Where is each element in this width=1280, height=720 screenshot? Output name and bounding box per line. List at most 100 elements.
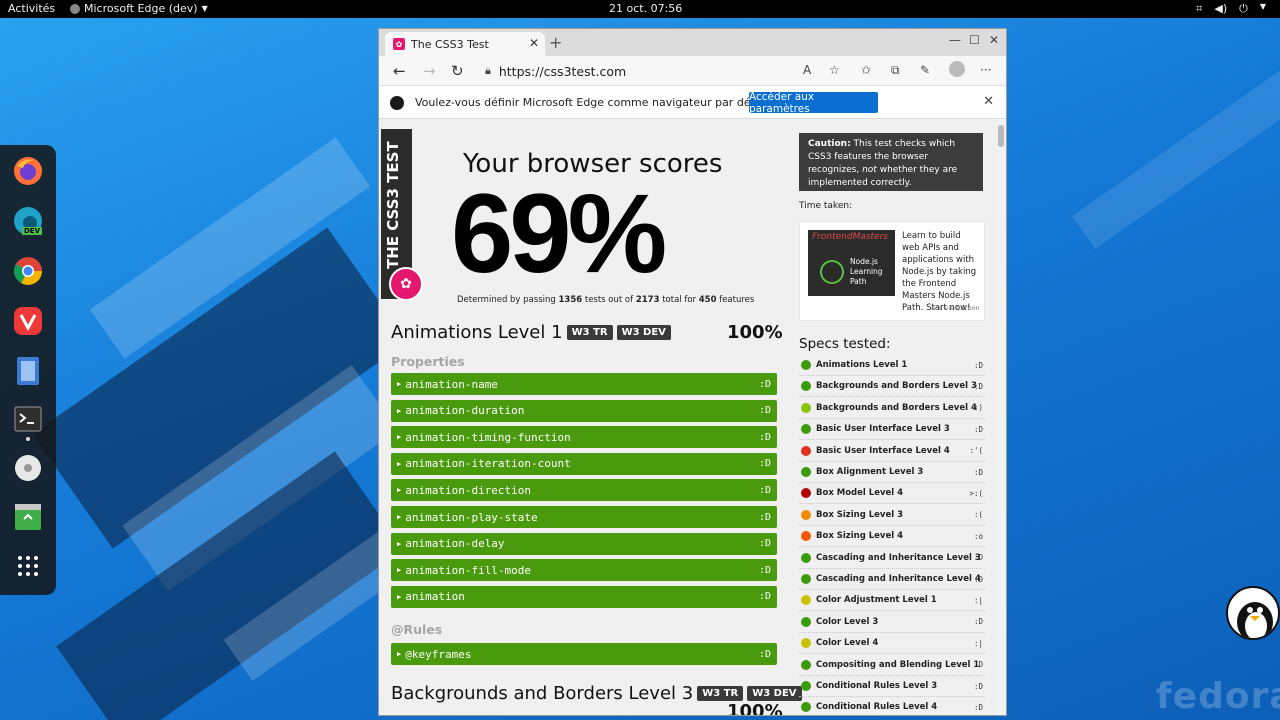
spec-name: Backgrounds and Borders Level 3 bbox=[816, 381, 977, 392]
disc-icon[interactable] bbox=[12, 452, 44, 484]
new-tab-icon[interactable]: + bbox=[549, 33, 562, 52]
spec-list-item[interactable]: Cascading and Inheritance Level 4:D bbox=[799, 569, 985, 590]
w3-tr-badge[interactable]: W3 TR bbox=[697, 686, 744, 701]
refresh-icon[interactable]: ↻ bbox=[451, 62, 464, 80]
favorite-star-icon[interactable]: ☆ bbox=[829, 63, 840, 77]
spec-name: Basic User Interface Level 3 bbox=[816, 424, 950, 435]
address-bar: ← → ↻ 🔒︎ https://css3test.com A ☆ ✩ ⧉ ✎ … bbox=[379, 56, 1006, 86]
feature-row[interactable]: ▶ animation-play-state:D bbox=[391, 506, 777, 528]
spec-list-item[interactable]: Box Alignment Level 3:D bbox=[799, 462, 985, 483]
feature-result: :D bbox=[758, 564, 771, 576]
feature-row[interactable]: ▶ animation-direction:D bbox=[391, 479, 777, 502]
minimize-icon[interactable]: — bbox=[949, 33, 961, 47]
collections-icon[interactable]: ⧉ bbox=[891, 63, 900, 78]
spec-name: Color Level 4 bbox=[816, 638, 879, 649]
section-header-animations: Animations Level 1 W3 TR W3 DEV bbox=[391, 322, 671, 343]
spec-list-item[interactable]: Box Sizing Level 3:( bbox=[799, 505, 985, 526]
activities-button[interactable]: Activités bbox=[8, 2, 55, 15]
feature-row[interactable]: ▶ animation-name:D bbox=[391, 373, 777, 395]
feature-row[interactable]: ▶ animation:D bbox=[391, 585, 777, 608]
note-text: features bbox=[716, 295, 755, 305]
ad-copy[interactable]: Learn to build web APIs and applications… bbox=[902, 230, 978, 314]
css3-test-ribbon[interactable]: THE CSS3 TEST ✿ bbox=[381, 129, 423, 301]
carbon-ad[interactable]: FrontendMasters Node.js Learning Path Le… bbox=[799, 221, 985, 321]
feature-name: animation-direction bbox=[405, 483, 532, 497]
nodejs-icon bbox=[820, 260, 844, 284]
spec-list-item[interactable]: Box Sizing Level 4:o bbox=[799, 526, 985, 548]
feature-row[interactable]: ▶ animation-iteration-count:D bbox=[391, 452, 777, 475]
scrollbar-thumb[interactable] bbox=[998, 125, 1004, 147]
feature-row[interactable]: ▶ animation-timing-function:D bbox=[391, 426, 777, 449]
more-menu-icon[interactable]: ··· bbox=[980, 63, 991, 77]
vivaldi-icon[interactable] bbox=[12, 305, 44, 337]
section-title: Animations Level 1 bbox=[391, 322, 563, 343]
url-field[interactable]: 🔒︎ https://css3test.com bbox=[485, 61, 855, 81]
score-note: Determined by passing 1356 tests out of … bbox=[457, 295, 754, 305]
close-window-icon[interactable]: ✕ bbox=[989, 33, 999, 47]
spec-list-item[interactable]: Backgrounds and Borders Level 3:D bbox=[799, 376, 985, 398]
spec-list-item[interactable]: Cascading and Inheritance Level 3:D bbox=[799, 548, 985, 569]
status-dot-icon bbox=[801, 467, 811, 477]
css3-logo-icon: ✿ bbox=[389, 267, 423, 301]
spec-list-item[interactable]: Animations Level 1:D bbox=[799, 355, 985, 376]
time-taken-label: Time taken: bbox=[799, 201, 853, 211]
spec-list-item[interactable]: Conditional Rules Level 3:D bbox=[799, 676, 985, 697]
feature-row[interactable]: ▶ animation-duration:D bbox=[391, 399, 777, 422]
spec-list-item[interactable]: Basic User Interface Level 4:'( bbox=[799, 441, 985, 462]
software-icon[interactable] bbox=[12, 501, 44, 533]
app-grid-icon[interactable] bbox=[12, 550, 44, 582]
favorites-icon[interactable]: ✩ bbox=[861, 63, 871, 77]
app-menu[interactable]: Microsoft Edge (dev) ▼ bbox=[70, 2, 208, 15]
spec-list-item[interactable]: Basic User Interface Level 3:D bbox=[799, 419, 985, 441]
files-icon[interactable] bbox=[12, 355, 44, 387]
forward-icon[interactable]: → bbox=[423, 62, 436, 80]
w3-dev-badge[interactable]: W3 DEV bbox=[616, 325, 671, 340]
passed-count: 1356 bbox=[558, 295, 583, 305]
close-tab-icon[interactable]: ✕ bbox=[529, 36, 539, 50]
open-settings-button[interactable]: Accéder aux paramètres bbox=[749, 91, 878, 115]
spec-list-item[interactable]: Color Level 4:| bbox=[799, 633, 985, 655]
status-dot-icon bbox=[801, 574, 811, 584]
feature-row[interactable]: ▶ animation-fill-mode:D bbox=[391, 559, 777, 582]
system-tray[interactable]: ⌗ ◀) ⏻ ▼ bbox=[1196, 2, 1266, 16]
spec-list-item[interactable]: Color Level 3:D bbox=[799, 612, 985, 633]
edge-dev-icon[interactable]: DEV bbox=[12, 205, 44, 237]
tab-css3-test[interactable]: ✿ The CSS3 Test ✕ bbox=[385, 32, 545, 56]
clock[interactable]: 21 oct. 07:56 bbox=[609, 2, 682, 15]
feature-name: animation-delay bbox=[405, 537, 505, 551]
feature-row[interactable]: ▶ animation-delay:D bbox=[391, 532, 777, 555]
status-dot-icon bbox=[801, 424, 811, 435]
infobar-message: Voulez-vous définir Microsoft Edge comme… bbox=[415, 96, 782, 109]
spec-list-item[interactable]: Box Model Level 4 >:( bbox=[799, 483, 985, 505]
ad-product: Node.js Learning Path bbox=[850, 257, 883, 286]
spec-list-item[interactable]: Compositing and Blending Level 1:D bbox=[799, 655, 985, 676]
feature-row[interactable]: ▶ @keyframes :D bbox=[391, 643, 777, 665]
edge-app-icon bbox=[70, 3, 80, 14]
status-dot-icon bbox=[801, 681, 811, 691]
feedback-icon[interactable]: ✎ bbox=[920, 63, 930, 77]
running-indicator bbox=[26, 437, 30, 441]
terminal-icon[interactable] bbox=[12, 403, 44, 435]
spec-list-item[interactable]: Color Adjustment Level 1:| bbox=[799, 590, 985, 612]
read-aloud-icon[interactable]: A bbox=[803, 63, 811, 77]
spec-list-item[interactable]: Backgrounds and Borders Level 4:) bbox=[799, 398, 985, 419]
note-text: Determined by passing bbox=[457, 295, 559, 305]
feature-result: :D bbox=[758, 648, 771, 660]
w3-dev-badge[interactable]: W3 DEV bbox=[747, 686, 802, 701]
close-infobar-icon[interactable]: ✕ bbox=[983, 94, 994, 109]
w3-tr-badge[interactable]: W3 TR bbox=[566, 325, 613, 340]
spec-result: :D bbox=[973, 617, 983, 627]
profile-avatar[interactable] bbox=[949, 61, 965, 77]
feature-name: animation bbox=[405, 590, 465, 604]
ads-via-carbon-link[interactable]: ads via Carbon bbox=[931, 304, 980, 312]
ad-image[interactable]: FrontendMasters Node.js Learning Path bbox=[808, 230, 895, 296]
maximize-icon[interactable]: ☐ bbox=[969, 33, 980, 47]
page-scrollbar[interactable] bbox=[996, 119, 1006, 715]
total-count: 2173 bbox=[635, 295, 660, 305]
spec-name: Compositing and Blending Level 1 bbox=[816, 659, 980, 670]
section-percent: 100% bbox=[727, 701, 783, 716]
back-icon[interactable]: ← bbox=[393, 62, 406, 80]
firefox-icon[interactable] bbox=[12, 155, 44, 187]
spec-list-item[interactable]: Conditional Rules Level 4:D bbox=[799, 697, 985, 715]
chrome-icon[interactable] bbox=[12, 255, 44, 287]
